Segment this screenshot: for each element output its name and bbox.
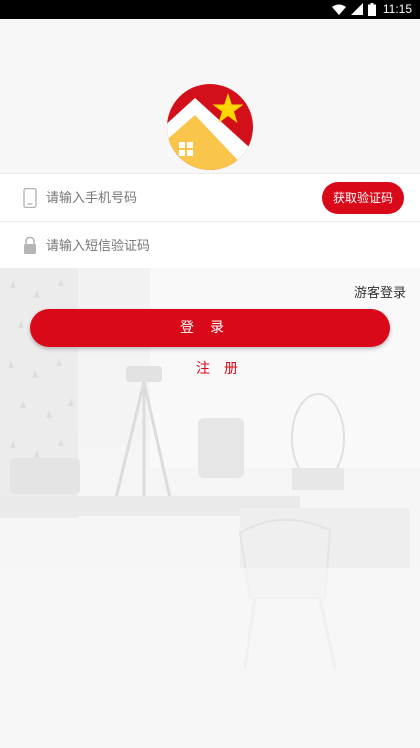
guest-login-link[interactable]: 游客登录	[354, 282, 406, 301]
signal-icon	[350, 3, 363, 15]
login-form: 获取验证码	[0, 173, 420, 271]
app-logo	[167, 84, 253, 170]
lock-icon	[24, 236, 36, 254]
login-button[interactable]: 登录	[30, 309, 390, 347]
phone-input[interactable]	[44, 174, 308, 223]
get-code-button[interactable]: 获取验证码	[322, 182, 404, 214]
status-icons: 11:15	[331, 2, 412, 16]
sms-code-input[interactable]	[44, 222, 308, 271]
wifi-icon	[331, 4, 346, 15]
status-bar: 11:15	[0, 0, 420, 19]
battery-icon	[367, 2, 376, 16]
phone-icon	[23, 188, 37, 208]
code-row	[0, 221, 420, 271]
header	[0, 19, 420, 173]
status-time: 11:15	[382, 2, 412, 16]
phone-row: 获取验证码	[0, 173, 420, 223]
register-link[interactable]: 注册	[0, 358, 420, 378]
